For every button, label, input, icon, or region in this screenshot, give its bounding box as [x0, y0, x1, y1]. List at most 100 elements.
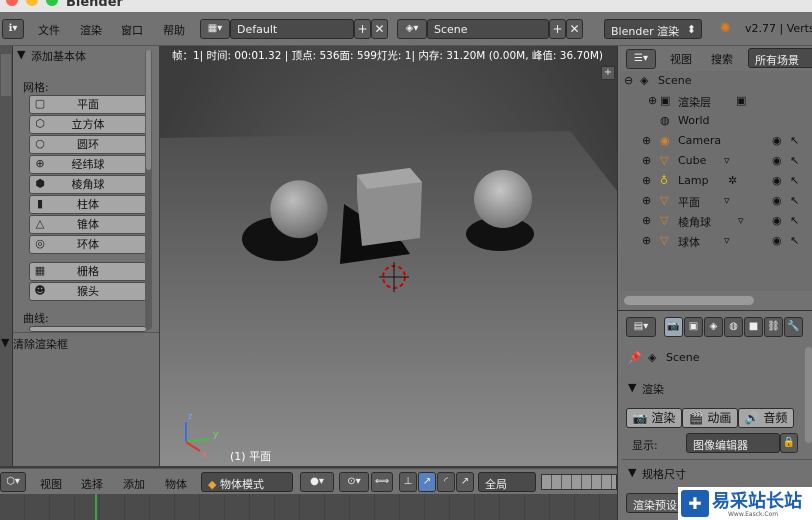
visibility-eye-icon[interactable]: ◉	[772, 214, 782, 227]
properties-editor-type-menu[interactable]: ▤▾	[626, 317, 656, 337]
lock-interface-toggle[interactable]: 🔒	[780, 433, 798, 453]
collapse-icon[interactable]: ⊖	[624, 74, 633, 87]
outliner-item-plane[interactable]: ⊕ ▽ 平面 ▿ ◉ ↖	[620, 191, 812, 211]
selectable-cursor-icon[interactable]: ↖	[790, 234, 799, 247]
visibility-eye-icon[interactable]: ◉	[772, 154, 782, 167]
outliner-menu-search[interactable]: 搜索	[711, 51, 733, 67]
visibility-eye-icon[interactable]: ◉	[772, 134, 782, 147]
layer-buttons[interactable]	[541, 474, 617, 490]
toolshelf-scrollbar[interactable]	[145, 50, 152, 330]
translate-manipulator-icon[interactable]: ↗	[418, 472, 436, 492]
add-scene-button[interactable]: +	[549, 19, 566, 39]
tab-relations[interactable]	[1, 146, 11, 188]
clear-panel-collapse-icon[interactable]: ▼	[1, 336, 9, 349]
pin-icon[interactable]: 📌	[628, 351, 642, 364]
renderlayers-tab-icon[interactable]: ▣	[684, 317, 703, 337]
render-image-button[interactable]: 📷 渲染	[626, 408, 682, 428]
expand-icon[interactable]: ⊕	[642, 214, 651, 227]
dimensions-panel-title[interactable]: 规格尺寸	[642, 466, 686, 482]
render-panel-collapse-icon[interactable]: ▼	[628, 381, 636, 394]
scene-tab-icon[interactable]: ◈	[704, 317, 723, 337]
world-tab-icon[interactable]: ◍	[724, 317, 743, 337]
render-panel-title[interactable]: 渲染	[642, 381, 664, 397]
delete-scene-button[interactable]: ✕	[566, 19, 583, 39]
outliner-item-icosphere[interactable]: ⊕ ▽ 棱角球 ▿ ◉ ↖	[620, 211, 812, 231]
selectable-cursor-icon[interactable]: ↖	[790, 194, 799, 207]
add-cone-button[interactable]: △ 锥体	[29, 215, 147, 234]
clear-border-panel-title[interactable]: 清除渲染框	[13, 336, 68, 352]
uv-sphere-object[interactable]	[474, 170, 532, 228]
expand-icon[interactable]: ⊕	[642, 194, 651, 207]
add-uv-sphere-button[interactable]: ⊕ 经纬球	[29, 155, 147, 174]
scene-browse-button[interactable]: ◈▾	[397, 19, 427, 39]
visibility-eye-icon[interactable]: ◉	[772, 174, 782, 187]
outliner-menu-view[interactable]: 视图	[670, 51, 692, 67]
viewport-editor-type-menu[interactable]: ⬡▾	[0, 472, 26, 492]
rotate-manipulator-icon[interactable]: ◜	[437, 472, 455, 492]
add-torus-button[interactable]: ◎ 环体	[29, 235, 147, 254]
close-window-button[interactable]	[6, 0, 18, 6]
selectable-cursor-icon[interactable]: ↖	[790, 154, 799, 167]
pivot-point-select[interactable]: ⊙▾	[339, 472, 369, 492]
render-animation-button[interactable]: 🎬 动画	[682, 408, 738, 428]
menu-render[interactable]: 渲染	[80, 22, 102, 38]
outliner-hscrollbar[interactable]	[624, 296, 754, 305]
add-ico-sphere-button[interactable]: ⬢ 棱角球	[29, 175, 147, 194]
scale-manipulator-icon[interactable]: ↗	[456, 472, 474, 492]
outliner-item-renderlayer[interactable]: ⊕ ▣ 渲染层 ▣	[620, 91, 812, 111]
add-plane-button[interactable]: ▢ 平面	[29, 95, 147, 114]
tab-physics[interactable]	[1, 238, 11, 280]
menu-file[interactable]: 文件	[38, 22, 60, 38]
outliner-display-filter[interactable]: 所有场景	[748, 48, 812, 68]
expand-icon[interactable]: ⊕	[642, 234, 651, 247]
outliner-item-lamp[interactable]: ⊕ ♁ Lamp ✲ ◉ ↖	[620, 171, 812, 191]
3d-viewport[interactable]: 帧：1| 时间: 00:01.32 | 顶点: 536面: 599灯光: 1| …	[160, 46, 617, 466]
manipulator-toggle[interactable]: ⟺	[371, 472, 393, 492]
menu-select[interactable]: 选择	[81, 476, 103, 492]
expand-icon[interactable]: ⊕	[648, 94, 657, 107]
viewport-shading-select[interactable]: ●▾	[300, 472, 334, 492]
minimize-window-button[interactable]	[26, 0, 38, 6]
menu-view[interactable]: 视图	[40, 476, 62, 492]
outliner-editor-type-menu[interactable]: ☰▾	[626, 49, 656, 69]
outliner-item-cube[interactable]: ⊕ ▽ Cube ▿ ◉ ↖	[620, 151, 812, 171]
selectable-cursor-icon[interactable]: ↖	[790, 134, 799, 147]
tab-tools[interactable]	[1, 54, 11, 96]
timeline[interactable]	[0, 494, 617, 520]
add-layout-button[interactable]: +	[354, 19, 371, 39]
add-cylinder-button[interactable]: ▮ 柱体	[29, 195, 147, 214]
add-monkey-button[interactable]: ☻ 猴头	[29, 282, 147, 301]
selectable-cursor-icon[interactable]: ↖	[790, 214, 799, 227]
visibility-eye-icon[interactable]: ◉	[772, 234, 782, 247]
render-audio-button[interactable]: 🔊 音频	[738, 408, 794, 428]
properties-toggle-button[interactable]: +	[601, 66, 615, 80]
add-circle-button[interactable]: ○ 圆环	[29, 135, 147, 154]
panel-collapse-icon[interactable]: ▼	[17, 48, 25, 61]
constraints-tab-icon[interactable]: ⛓	[764, 317, 783, 337]
outliner-item-world[interactable]: ◍ World	[620, 111, 812, 131]
render-engine-select[interactable]: Blender 渲染 ⬍	[604, 19, 702, 39]
selectable-cursor-icon[interactable]: ↖	[790, 174, 799, 187]
properties-scrollbar[interactable]	[805, 347, 812, 443]
menu-object[interactable]: 物体	[165, 476, 187, 492]
add-primitive-panel-title[interactable]: 添加基本体	[31, 48, 86, 64]
maximize-window-button[interactable]	[46, 0, 58, 6]
add-grid-button[interactable]: ▦ 栅格	[29, 262, 147, 281]
tab-create[interactable]	[1, 100, 11, 142]
interaction-mode-select[interactable]: ◆ 物体模式	[201, 472, 293, 492]
menu-help[interactable]: 帮助	[163, 22, 185, 38]
outliner-item-camera[interactable]: ⊕ ◉ Camera ◉ ↖	[620, 131, 812, 151]
transform-manipulator-icon[interactable]: ⊥	[399, 472, 417, 492]
expand-icon[interactable]: ⊕	[642, 174, 651, 187]
menu-add[interactable]: 添加	[123, 476, 145, 492]
render-tab-icon[interactable]: 📷	[664, 317, 683, 337]
layout-browse-button[interactable]: ▦▾	[200, 19, 230, 39]
expand-icon[interactable]: ⊕	[642, 134, 651, 147]
display-mode-select[interactable]: 图像编辑器	[686, 433, 780, 453]
scene-name-field[interactable]: Scene	[427, 19, 549, 39]
menu-window[interactable]: 窗口	[121, 22, 143, 38]
outliner-item-scene[interactable]: ⊖ ◈ Scene	[620, 71, 812, 91]
tab-animation[interactable]	[1, 192, 11, 234]
current-frame-marker[interactable]	[95, 494, 97, 520]
visibility-eye-icon[interactable]: ◉	[772, 194, 782, 207]
